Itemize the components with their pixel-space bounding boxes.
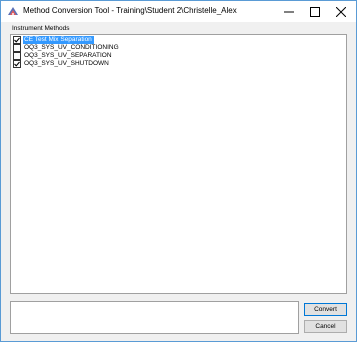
convert-button[interactable]: Convert bbox=[304, 303, 347, 316]
maximize-button[interactable] bbox=[302, 1, 328, 22]
minimize-button[interactable] bbox=[276, 1, 302, 22]
instrument-methods-label: Instrument Methods bbox=[12, 25, 70, 32]
close-button[interactable] bbox=[328, 1, 354, 22]
list-item[interactable]: CE Test Mix Separation bbox=[12, 36, 345, 44]
list-item[interactable]: OQ3_SYS_UV_SEPARATION bbox=[12, 52, 345, 60]
title-bar[interactable]: Method Conversion Tool - Training\Studen… bbox=[1, 1, 356, 22]
list-item-label: OQ3_SYS_UV_SHUTDOWN bbox=[24, 60, 109, 67]
output-textbox[interactable] bbox=[10, 301, 299, 334]
checkbox[interactable] bbox=[13, 52, 21, 60]
method-conversion-window: Method Conversion Tool - Training\Studen… bbox=[0, 0, 357, 342]
minimize-icon bbox=[284, 11, 294, 12]
cancel-button[interactable]: Cancel bbox=[304, 320, 347, 333]
close-icon bbox=[336, 6, 346, 17]
checkbox[interactable] bbox=[13, 60, 21, 68]
checkmark-icon bbox=[14, 61, 20, 67]
checkbox[interactable] bbox=[13, 44, 21, 52]
list-item[interactable]: OQ3_SYS_UV_CONDITIONING bbox=[12, 44, 345, 52]
app-icon bbox=[8, 7, 18, 15]
list-item[interactable]: OQ3_SYS_UV_SHUTDOWN bbox=[12, 60, 345, 68]
list-item-label: OQ3_SYS_UV_SEPARATION bbox=[24, 52, 112, 59]
instrument-methods-list[interactable]: CE Test Mix Separation OQ3_SYS_UV_CONDIT… bbox=[10, 34, 347, 294]
checkbox[interactable] bbox=[13, 36, 21, 44]
maximize-icon bbox=[310, 6, 320, 17]
list-item-label: CE Test Mix Separation bbox=[23, 36, 94, 44]
list-item-label: OQ3_SYS_UV_CONDITIONING bbox=[24, 44, 119, 51]
checkmark-icon bbox=[14, 37, 20, 43]
window-title: Method Conversion Tool - Training\Studen… bbox=[23, 6, 237, 15]
